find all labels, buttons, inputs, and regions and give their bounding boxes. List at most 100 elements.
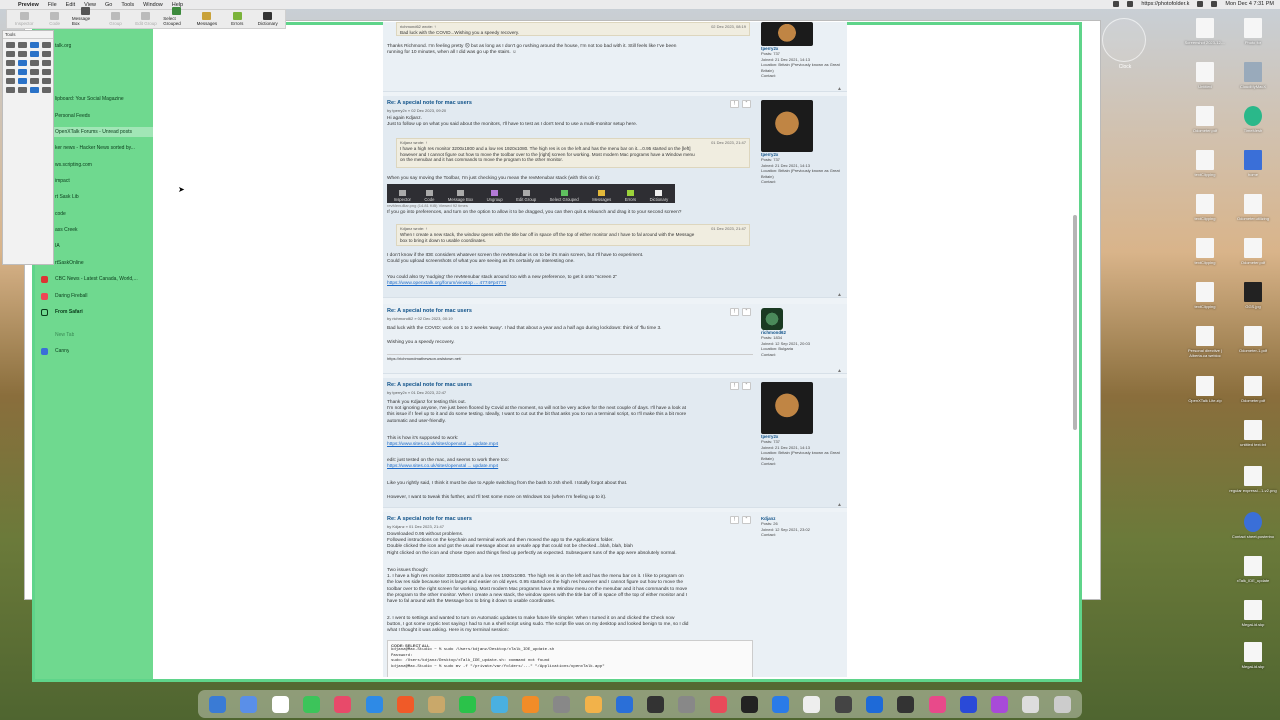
desktop-icon[interactable]: TimeMesh: [1228, 106, 1278, 133]
desktop-icon[interactable]: CloudMyMacX: [1228, 62, 1278, 89]
quote-icon[interactable]: “: [742, 382, 751, 390]
image-tool-icon[interactable]: [42, 51, 51, 57]
app-icon[interactable]: [991, 695, 1009, 713]
url-status[interactable]: https://photofolder.k: [1141, 1, 1189, 7]
rect-tool-icon[interactable]: [30, 78, 39, 84]
revmenubar-screenshot[interactable]: Inspector Code Message Box Ungroup Edit …: [387, 184, 675, 203]
brush-tool-icon[interactable]: [18, 87, 27, 93]
clock-text[interactable]: Mon Dec 4 7:31 PM: [1225, 1, 1274, 7]
sidebar-item-daring-fireball[interactable]: Daring Fireball: [35, 291, 153, 301]
app-icon[interactable]: [490, 695, 508, 713]
app-icon[interactable]: [334, 695, 352, 713]
code-button[interactable]: Code: [41, 12, 67, 26]
report-icon[interactable]: !: [730, 308, 739, 316]
dictionary-button[interactable]: Dictionary: [255, 12, 281, 26]
sidebar-item-canny[interactable]: Canny: [35, 346, 153, 356]
desktop-icon[interactable]: Personal directive | Alberta.ca webloc: [1180, 326, 1230, 358]
post-link[interactable]: https://www.openxtalk.org/forum/viewtop …: [387, 281, 753, 287]
avatar[interactable]: [761, 308, 783, 330]
post-title[interactable]: Re: A special note for mac users: [387, 382, 472, 388]
back-to-top-icon[interactable]: ▲: [837, 502, 842, 508]
report-icon[interactable]: !: [730, 516, 739, 524]
desktop-icon[interactable]: regular expressi...1-v2.png: [1228, 466, 1278, 493]
desktop-icon[interactable]: Odometer.pdf: [1180, 106, 1230, 133]
list-tool-icon[interactable]: [30, 69, 39, 75]
desktop-icon[interactable]: Photo for: [1228, 18, 1278, 45]
post-title[interactable]: Re: A special note for mac users: [387, 100, 472, 106]
mail-icon[interactable]: [240, 695, 258, 713]
polygon-tool-icon[interactable]: [42, 78, 51, 84]
control-center-icon[interactable]: [1211, 1, 1218, 7]
desktop-icon[interactable]: Screenshot 2023-12-...: [1180, 18, 1230, 45]
messages-button[interactable]: Messages: [194, 12, 220, 26]
app-icon[interactable]: [834, 695, 852, 713]
desktop-icon[interactable]: OpenXTalk Lite.zip: [1180, 376, 1230, 403]
svg-tool-icon[interactable]: [42, 60, 51, 66]
eraser-tool-icon[interactable]: [42, 87, 51, 93]
graphic-tool-icon[interactable]: [6, 60, 15, 66]
app-store-icon[interactable]: [615, 695, 633, 713]
menu-file[interactable]: File: [48, 2, 57, 8]
desktop-icon[interactable]: Contact sheet.posterino: [1228, 512, 1278, 539]
music-icon[interactable]: [709, 695, 727, 713]
facetime-icon[interactable]: [459, 695, 477, 713]
calendar-icon[interactable]: [271, 695, 289, 713]
desktop-icon[interactable]: textClipping: [1180, 194, 1230, 221]
trash-icon[interactable]: [1053, 695, 1071, 713]
quote-icon[interactable]: “: [742, 516, 751, 524]
xcode-icon[interactable]: [772, 695, 790, 713]
brave-icon[interactable]: [396, 695, 414, 713]
post-title[interactable]: Re: A special note for mac users: [387, 308, 472, 314]
sidebar-item-cbc[interactable]: CBC News - Latest Canada, World,...: [35, 274, 153, 284]
quote-icon[interactable]: “: [742, 100, 751, 108]
report-icon[interactable]: !: [730, 100, 739, 108]
oval-tool-icon[interactable]: [18, 78, 27, 84]
finder-icon[interactable]: [209, 695, 227, 713]
avatar[interactable]: [761, 100, 813, 152]
group-button[interactable]: Group: [102, 12, 128, 26]
sidebar-item-from-safari[interactable]: From Safari: [35, 307, 153, 317]
app-icon[interactable]: [866, 695, 884, 713]
inspector-button[interactable]: Inspector: [11, 12, 37, 26]
errors-button[interactable]: Errors: [224, 12, 250, 26]
checkbox-tool-icon[interactable]: [42, 42, 51, 48]
wifi-icon[interactable]: [1113, 1, 1120, 7]
photos-icon[interactable]: [521, 695, 539, 713]
pencil-tool-icon[interactable]: [6, 87, 15, 93]
desktop-icon[interactable]: untitled text.txt: [1228, 420, 1278, 447]
edit-group-button[interactable]: Edit Group: [133, 12, 159, 26]
browse-tool-icon[interactable]: [18, 42, 27, 48]
menu-window[interactable]: Window: [143, 2, 163, 8]
back-to-top-icon[interactable]: ▲: [837, 292, 842, 298]
shape-tool-icon[interactable]: [6, 69, 15, 75]
messages-icon[interactable]: [302, 695, 320, 713]
desktop-icon[interactable]: xTalk_IDE_update: [1228, 556, 1278, 583]
quote-icon[interactable]: “: [742, 308, 751, 316]
desktop-icon[interactable]: MegaLid.skp: [1228, 600, 1278, 627]
report-icon[interactable]: !: [730, 382, 739, 390]
preview-icon[interactable]: [553, 695, 571, 713]
desktop-icon[interactable]: Odometer.utilizing: [1228, 194, 1278, 221]
line-tool-icon[interactable]: [6, 78, 15, 84]
desktop-icon[interactable]: Odometer.pdf: [1228, 376, 1278, 403]
tab-tool-icon[interactable]: [30, 51, 39, 57]
video-link[interactable]: https://www.sites.co.uk/sites/openxtal .…: [387, 464, 753, 470]
field-tool-icon[interactable]: [6, 51, 15, 57]
desktop-icon[interactable]: MegaLid.skp: [1228, 642, 1278, 669]
scrollbar-tool-icon[interactable]: [18, 51, 27, 57]
desktop-icon[interactable]: textClipping: [1180, 282, 1230, 309]
app-icon[interactable]: [428, 695, 446, 713]
back-to-top-icon[interactable]: ▲: [837, 86, 842, 92]
search-icon[interactable]: [1197, 1, 1204, 7]
avatar[interactable]: [761, 382, 813, 434]
system-settings-icon[interactable]: [678, 695, 696, 713]
desktop-icon[interactable]: textClipping: [1180, 238, 1230, 265]
terminal-icon[interactable]: [647, 695, 665, 713]
pointer-tool-icon[interactable]: [6, 42, 15, 48]
safari-icon[interactable]: [365, 695, 383, 713]
video-link[interactable]: https://www.sites.co.uk/sites/openxtal .…: [387, 442, 753, 448]
quicktime-icon[interactable]: [740, 695, 758, 713]
player-tool-icon[interactable]: [18, 60, 27, 66]
desktop-icon[interactable]: Odometer.pdf: [1228, 238, 1278, 265]
help-icon[interactable]: [803, 695, 821, 713]
